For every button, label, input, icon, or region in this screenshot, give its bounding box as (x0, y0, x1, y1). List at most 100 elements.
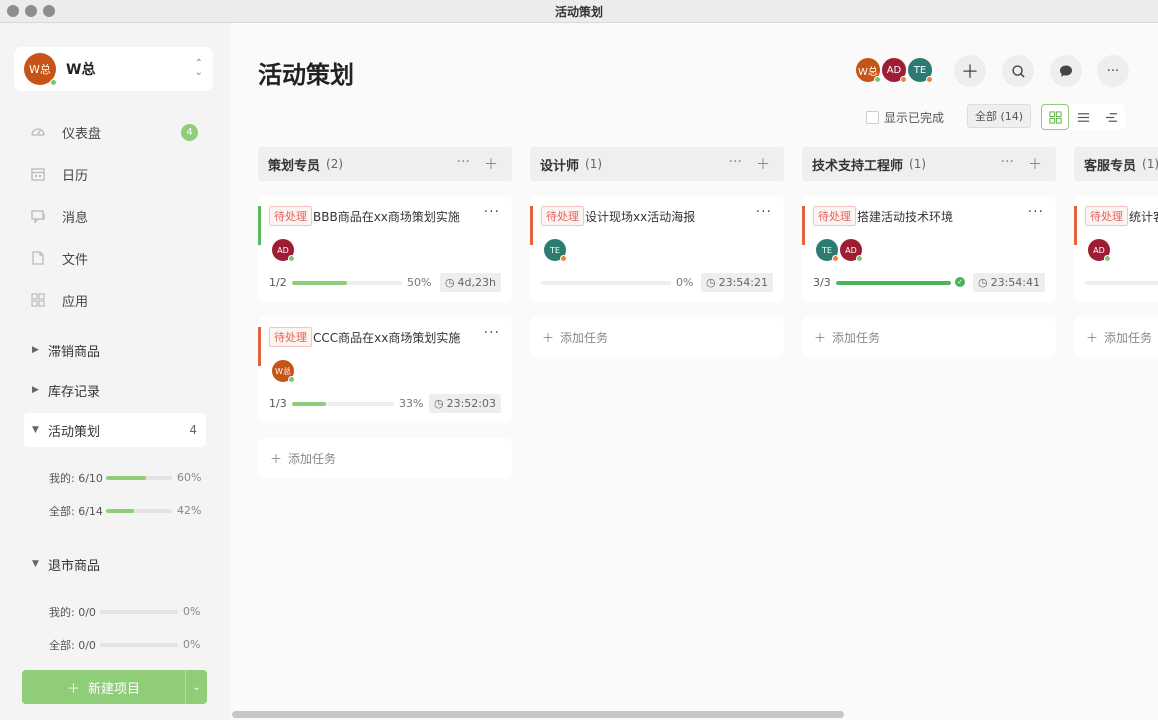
add-task-button[interactable]: ＋ 添加任务 (1074, 317, 1158, 357)
plus-icon: ＋ (66, 681, 80, 697)
away-status-dot (560, 255, 567, 262)
more-horizontal-icon[interactable]: ··· (756, 204, 772, 220)
plus-icon[interactable]: ＋ (484, 154, 498, 174)
member-avatar[interactable]: AD (880, 56, 908, 84)
gantt-view-button[interactable] (1097, 104, 1125, 130)
new-project-button[interactable]: ＋ 新建项目 (22, 670, 185, 704)
task-priority-bar (258, 206, 261, 245)
task-card[interactable]: 待处理 CCC商品在xx商场策划实施 ··· W总 1/3 33% ◷ 23:52… (258, 317, 512, 423)
add-member-button[interactable]: ＋ (954, 55, 986, 87)
project-label: 滞销商品 (48, 344, 101, 360)
more-horizontal-icon[interactable]: ··· (1001, 154, 1014, 174)
assignee-avatar-text: AD (845, 245, 857, 255)
stat-progress-bar (100, 642, 178, 647)
task-card[interactable]: 待处理 设计现场xx活动海报 ··· TE 0% ◷ 23:54:21 (530, 196, 784, 302)
close-window-button[interactable] (7, 5, 19, 17)
horizontal-scrollbar[interactable] (232, 711, 844, 718)
clock-icon: ◷ (705, 276, 716, 289)
plus-icon[interactable]: ＋ (756, 154, 770, 174)
stat-progress-bar (106, 475, 172, 480)
assignee-avatar-text: W总 (275, 366, 291, 376)
member-avatars[interactable]: W总 AD TE (854, 56, 934, 84)
new-project-label: 新建项目 (88, 681, 141, 697)
task-time: 4d,23h (457, 276, 496, 289)
more-horizontal-icon[interactable]: ··· (484, 325, 500, 341)
file-icon (30, 250, 46, 266)
online-status-dot (288, 255, 295, 262)
minimize-window-button[interactable] (25, 5, 37, 17)
assignee-avatar[interactable]: TE (543, 238, 567, 262)
assignee-avatar[interactable]: AD (839, 238, 863, 262)
stat-progress-fill (106, 475, 146, 480)
add-task-button[interactable]: ＋ 添加任务 (258, 438, 512, 478)
task-progress-percent: 50% (407, 276, 432, 289)
task-progress-percent: 33% (399, 397, 424, 410)
caret-down-icon[interactable]: ▼ (32, 425, 40, 435)
task-card[interactable]: 待处理 BBB商品在xx商场策划实施 ··· AD 1/2 50% ◷ 4d,23… (258, 196, 512, 302)
more-horizontal-icon[interactable]: ··· (729, 154, 742, 174)
online-status-dot (874, 76, 881, 83)
plus-icon: ＋ (542, 330, 555, 345)
sidebar: W总 W总 ⌃ ⌄ 仪表盘 4 日历 消息 文件 应用 ▶ 滞销商品 ▶ 库存记… (0, 23, 230, 720)
task-assignees: AD (271, 238, 295, 262)
new-project-dropdown-button[interactable]: ⌄ (185, 670, 207, 704)
nav-item-dashboard[interactable]: 仪表盘 4 (24, 111, 206, 153)
plus-icon: ＋ (961, 62, 979, 83)
task-card[interactable]: 待处理 统计客 AD (1074, 196, 1158, 302)
all-tasks-filter-button[interactable]: 全部 (14) (967, 104, 1032, 128)
add-task-button[interactable]: ＋ 添加任务 (802, 317, 1056, 357)
zoom-window-button[interactable] (43, 5, 55, 17)
add-task-button[interactable]: ＋ 添加任务 (530, 317, 784, 357)
assignee-avatar[interactable]: TE (815, 238, 839, 262)
task-assignees: W总 (271, 359, 295, 383)
task-progress-fill (292, 402, 326, 406)
search-button[interactable] (1002, 55, 1034, 87)
chat-button[interactable] (1050, 55, 1082, 87)
nav-item-messages[interactable]: 消息 (24, 195, 206, 237)
member-avatar[interactable]: TE (906, 56, 934, 84)
stat-label: 全部: (49, 504, 75, 518)
board-column: 设计师 (1) ··· ＋ 待处理 设计现场xx活动海报 ··· TE 0% ◷ 2… (530, 147, 784, 357)
project-stat-mine: 我的: 6/10 60% (24, 461, 206, 494)
subtask-count: 3/3 (813, 276, 831, 289)
caret-right-icon[interactable]: ▶ (32, 345, 40, 355)
show-completed-checkbox[interactable]: 显示已完成 (866, 109, 944, 126)
plus-icon[interactable]: ＋ (1028, 154, 1042, 174)
board-view-button[interactable] (1041, 104, 1069, 130)
nav-label: 文件 (62, 252, 89, 268)
caret-right-icon[interactable]: ▶ (32, 385, 40, 395)
clock-icon: ◷ (433, 397, 444, 410)
list-view-button[interactable] (1069, 104, 1097, 130)
project-label: 退市商品 (48, 558, 101, 574)
task-assignees: AD (1087, 238, 1111, 262)
away-status-dot (926, 76, 933, 83)
assignee-avatar[interactable]: AD (271, 238, 295, 262)
member-avatar[interactable]: W总 (854, 56, 882, 84)
caret-down-icon[interactable]: ▼ (32, 559, 40, 569)
task-priority-bar (258, 327, 261, 366)
more-horizontal-icon[interactable]: ··· (484, 204, 500, 220)
task-progress-percent: 0% (676, 276, 694, 289)
project-item-unsold[interactable]: ▶ 滞销商品 (24, 333, 206, 367)
task-status-tag: 待处理 (813, 206, 856, 226)
project-item-event-planning[interactable]: ▼ 活动策划 4 (24, 413, 206, 447)
stat-percent: 42% (177, 504, 202, 517)
task-status-tag: 待处理 (1085, 206, 1128, 226)
assignee-avatar-text: AD (277, 245, 289, 255)
project-item-delisted[interactable]: ▼ 退市商品 (24, 547, 206, 581)
column-header: 策划专员 (2) ··· ＋ (258, 147, 512, 181)
project-item-inventory[interactable]: ▶ 库存记录 (24, 373, 206, 407)
nav-label: 仪表盘 (62, 126, 102, 142)
nav-item-apps[interactable]: 应用 (24, 279, 206, 321)
more-options-button[interactable]: ··· (1097, 55, 1129, 87)
more-horizontal-icon[interactable]: ··· (1028, 204, 1044, 220)
assignee-avatar[interactable]: AD (1087, 238, 1111, 262)
dashboard-icon (30, 124, 46, 140)
more-horizontal-icon[interactable]: ··· (457, 154, 470, 174)
task-card[interactable]: 待处理 搭建活动技术环境 ··· TE AD 3/3 ✓ ◷ 23:54:41 (802, 196, 1056, 302)
user-switcher[interactable]: W总 W总 ⌃ ⌄ (14, 47, 213, 91)
nav-item-files[interactable]: 文件 (24, 237, 206, 279)
nav-item-calendar[interactable]: 日历 (24, 153, 206, 195)
checkbox-box[interactable] (866, 111, 879, 124)
assignee-avatar[interactable]: W总 (271, 359, 295, 383)
